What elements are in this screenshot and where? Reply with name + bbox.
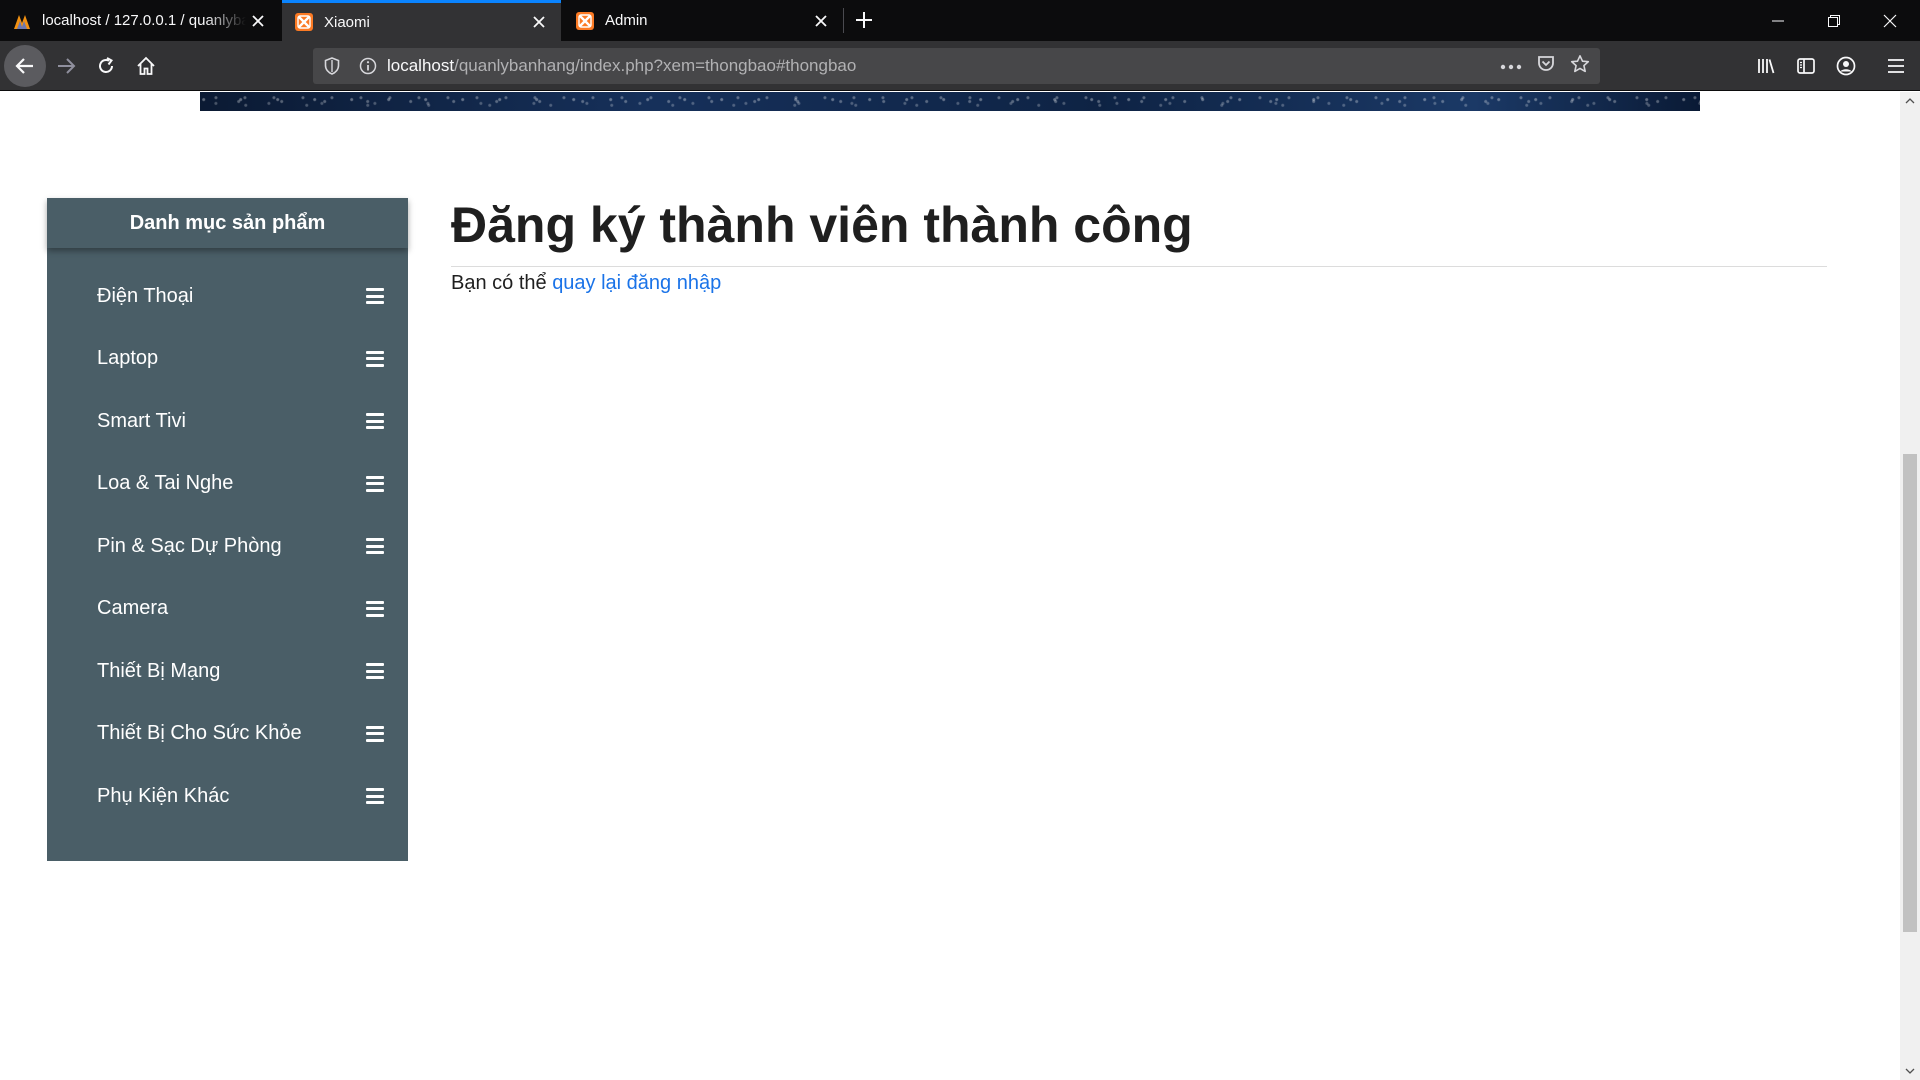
category-label: Thiết Bị Mạng <box>97 659 221 682</box>
restore-button[interactable] <box>1806 0 1862 41</box>
xampp-icon <box>575 11 595 31</box>
reload-icon <box>99 57 113 73</box>
forward-button[interactable] <box>49 49 83 83</box>
restore-icon <box>1828 14 1840 27</box>
url-actions <box>1500 48 1590 84</box>
app-menu-icon[interactable] <box>1876 46 1916 86</box>
menu-bars-icon <box>366 288 384 305</box>
title-divider <box>451 266 1827 267</box>
menu-bars-icon <box>366 475 384 492</box>
url-path: /quanlybanhang/index.php?xem=thongbao#th… <box>454 56 857 75</box>
category-item-phu-kien-khac[interactable]: Phụ Kiện Khác <box>47 765 408 828</box>
home-icon <box>137 56 155 75</box>
page-viewport: Danh mục sản phẩm Điện Thoại Laptop Smar… <box>0 92 1900 1080</box>
scroll-down-button[interactable] <box>1900 1062 1920 1080</box>
category-label: Thiết Bị Cho Sức Khỏe <box>97 722 302 745</box>
arrow-left-icon <box>15 58 33 74</box>
close-icon[interactable] <box>246 9 270 33</box>
phpmyadmin-icon <box>12 11 32 31</box>
arrow-right-icon <box>58 58 76 74</box>
back-button[interactable] <box>4 45 46 87</box>
category-item-thiet-bi-mang[interactable]: Thiết Bị Mạng <box>47 640 408 703</box>
tab-separator <box>843 8 844 33</box>
home-button[interactable] <box>129 49 163 83</box>
scroll-up-button[interactable] <box>1900 92 1920 110</box>
library-icon[interactable] <box>1746 46 1786 86</box>
tracking-protection-shield-icon[interactable] <box>321 55 343 77</box>
category-item-dien-thoai[interactable]: Điện Thoại <box>47 265 408 328</box>
close-icon[interactable] <box>527 10 551 34</box>
tab-xiaomi[interactable]: Xiaomi <box>282 0 561 41</box>
category-label: Camera <box>97 597 169 620</box>
pocket-icon[interactable] <box>1536 54 1556 79</box>
reload-button[interactable] <box>89 49 123 83</box>
main-content: Đăng ký thành viên thành công Bạn có thể… <box>451 198 1827 315</box>
tab-strip: localhost / 127.0.0.1 / quanlyba Xiaomi … <box>0 0 1920 41</box>
page-title: Đăng ký thành viên thành công <box>451 197 1193 253</box>
url-host: localhost <box>387 56 455 75</box>
category-item-pin-sac-du-phong[interactable]: Pin & Sạc Dự Phòng <box>47 515 408 578</box>
close-icon <box>1883 14 1897 27</box>
minimize-icon <box>1772 20 1784 21</box>
xampp-icon <box>294 12 314 32</box>
site-info-icon[interactable] <box>357 55 379 77</box>
category-label: Smart Tivi <box>97 409 186 432</box>
category-label: Loa & Tai Nghe <box>97 472 234 495</box>
chevron-down-icon <box>1905 1068 1915 1074</box>
category-item-loa-tai-nghe[interactable]: Loa & Tai Nghe <box>47 453 408 516</box>
bookmark-star-icon[interactable] <box>1570 54 1590 79</box>
menu-bars-icon <box>366 663 384 680</box>
sidebar-title: Danh mục sản phẩm <box>47 198 408 248</box>
menu-bars-icon <box>366 350 384 367</box>
sidebar-toggle-icon[interactable] <box>1786 46 1826 86</box>
menu-bars-icon <box>366 538 384 555</box>
menu-bars-icon <box>366 600 384 617</box>
toolbar-right <box>1746 41 1920 91</box>
tab-title: Xiaomi <box>324 13 370 31</box>
category-label: Điện Thoại <box>97 284 194 307</box>
tab-phpmyadmin[interactable]: localhost / 127.0.0.1 / quanlyba <box>0 0 280 41</box>
category-sidebar: Danh mục sản phẩm Điện Thoại Laptop Smar… <box>47 198 408 861</box>
chevron-up-icon <box>1905 98 1915 104</box>
category-list: Điện Thoại Laptop Smart Tivi Loa & Tai N… <box>47 265 408 828</box>
close-window-button[interactable] <box>1862 0 1918 41</box>
header-banner-image <box>200 92 1700 111</box>
scrollbar-thumb[interactable] <box>1903 454 1917 932</box>
category-item-laptop[interactable]: Laptop <box>47 328 408 391</box>
tab-title: Admin <box>605 12 648 29</box>
vertical-scrollbar[interactable] <box>1900 92 1920 1080</box>
menu-bars-icon <box>366 788 384 805</box>
category-item-smart-tivi[interactable]: Smart Tivi <box>47 390 408 453</box>
category-item-camera[interactable]: Camera <box>47 578 408 641</box>
minimize-button[interactable] <box>1750 0 1806 41</box>
back-to-login-link[interactable]: quay lại đăng nhập <box>552 272 721 294</box>
menu-bars-icon <box>366 725 384 742</box>
close-icon[interactable] <box>809 9 833 33</box>
account-icon[interactable] <box>1826 46 1866 86</box>
category-item-thiet-bi-suc-khoe[interactable]: Thiết Bị Cho Sức Khỏe <box>47 703 408 766</box>
category-label: Phụ Kiện Khác <box>97 784 230 807</box>
address-bar[interactable]: localhost/quanlybanhang/index.php?xem=th… <box>313 48 1600 84</box>
tab-admin[interactable]: Admin <box>563 0 843 41</box>
url-text[interactable]: localhost/quanlybanhang/index.php?xem=th… <box>387 56 856 76</box>
menu-bars-icon <box>366 413 384 430</box>
success-message: Bạn có thể quay lại đăng nhập <box>451 272 1827 295</box>
tab-title: localhost / 127.0.0.1 / quanlyba <box>42 12 246 29</box>
category-label: Laptop <box>97 347 159 370</box>
new-tab-button[interactable] <box>850 4 878 36</box>
message-text: Bạn có thể <box>451 272 553 294</box>
navigation-toolbar: localhost/quanlybanhang/index.php?xem=th… <box>0 41 1920 91</box>
page-actions-icon[interactable] <box>1500 57 1522 75</box>
plus-icon <box>856 12 872 28</box>
category-label: Pin & Sạc Dự Phòng <box>97 534 282 557</box>
